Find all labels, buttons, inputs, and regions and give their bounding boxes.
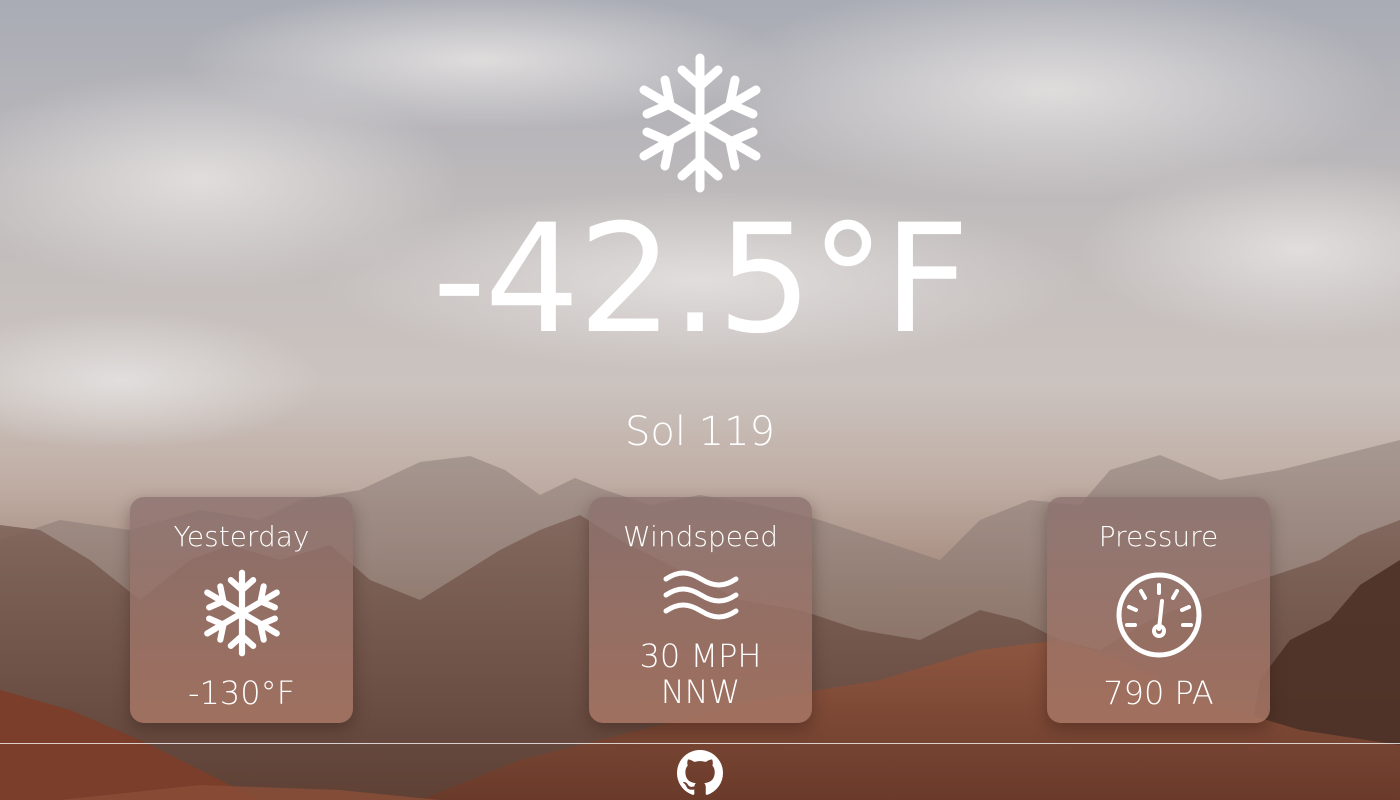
wind-direction: NNW: [660, 673, 741, 711]
current-temperature: -42.5°F: [432, 193, 969, 367]
windspeed-card: Windspeed 30 MPH NNW: [589, 497, 812, 723]
snowflake-icon: [638, 52, 762, 194]
wind-speed: 30 MPH: [639, 637, 762, 675]
yesterday-temperature: -130°F: [187, 674, 296, 712]
pressure-card: Pressure 790 PA: [1047, 497, 1270, 723]
footer-divider: [0, 743, 1400, 744]
gauge-icon: [1115, 571, 1203, 659]
snowflake-icon: [201, 569, 283, 657]
windspeed-title: Windspeed: [623, 520, 778, 553]
sol-label: Sol 119: [624, 409, 776, 455]
pressure-title: Pressure: [1098, 520, 1219, 553]
wind-icon: [662, 569, 740, 621]
github-icon[interactable]: [677, 750, 723, 796]
yesterday-title: Yesterday: [173, 520, 310, 553]
yesterday-card: Yesterday -130°F: [130, 497, 353, 723]
pressure-value: 790 PA: [1103, 674, 1214, 712]
